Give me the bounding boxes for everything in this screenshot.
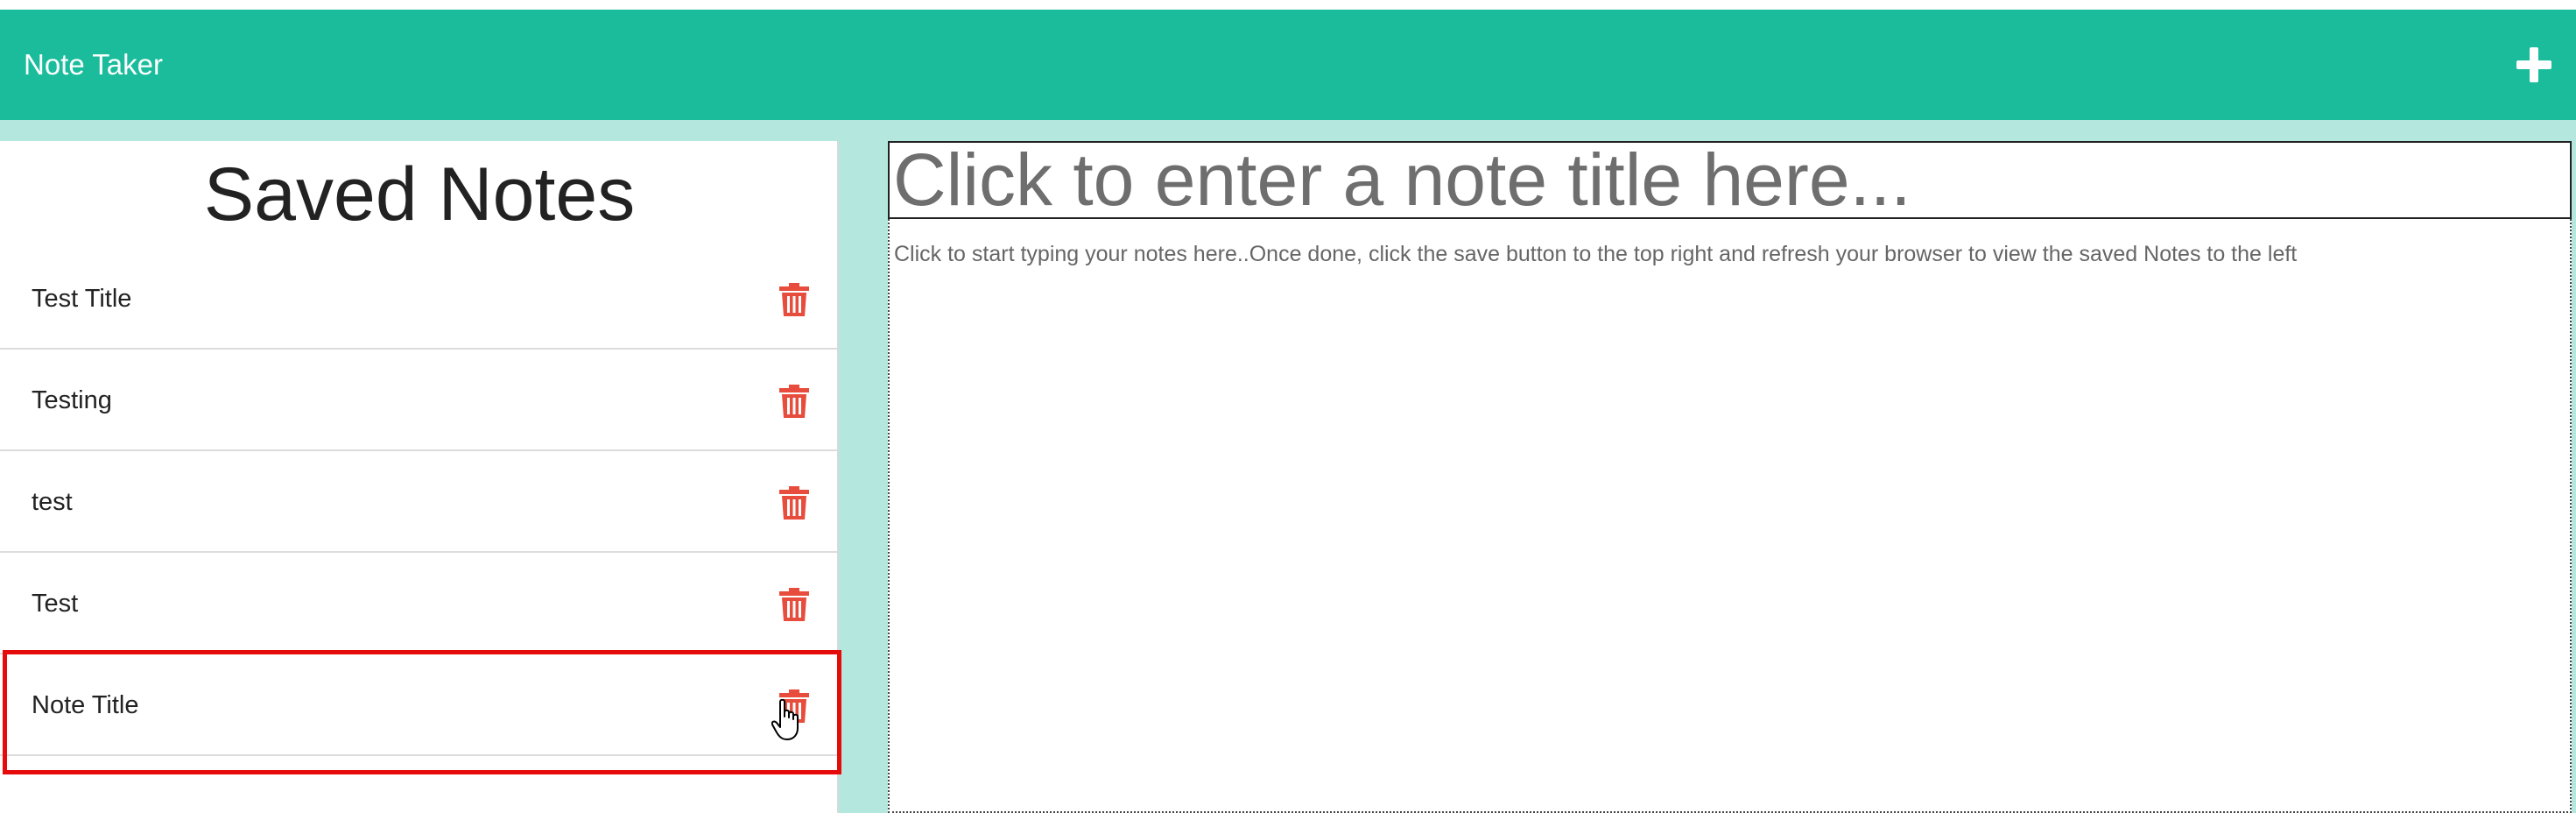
trash-icon[interactable]	[779, 588, 809, 621]
note-item-title: Note Title	[32, 691, 139, 719]
trash-icon[interactable]	[779, 283, 809, 316]
list-item[interactable]: test	[0, 451, 837, 553]
note-body-textarea[interactable]	[888, 219, 2572, 813]
list-item[interactable]: Testing	[0, 350, 837, 451]
trash-icon[interactable]	[779, 486, 809, 520]
saved-notes-heading: Saved Notes	[203, 152, 636, 237]
saved-notes-panel: Saved Notes Test Title Testing test Test	[0, 141, 839, 813]
navbar: Note Taker	[0, 10, 2576, 120]
brand-title[interactable]: Note Taker	[24, 10, 163, 120]
plus-icon[interactable]	[2516, 47, 2551, 82]
window-top-strip	[0, 0, 2576, 10]
note-item-title: Test	[32, 590, 79, 618]
note-item-title: Test Title	[32, 285, 132, 313]
note-list: Test Title Testing test Test Note Title	[0, 248, 837, 756]
trash-icon[interactable]	[779, 689, 809, 723]
note-editor	[888, 141, 2572, 813]
note-title-input[interactable]	[888, 141, 2572, 219]
list-item[interactable]: Test	[0, 553, 837, 654]
list-item[interactable]: Note Title	[0, 654, 837, 756]
list-item[interactable]: Test Title	[0, 248, 837, 350]
trash-icon[interactable]	[779, 385, 809, 418]
note-item-title: test	[32, 488, 73, 516]
note-item-title: Testing	[32, 386, 112, 414]
